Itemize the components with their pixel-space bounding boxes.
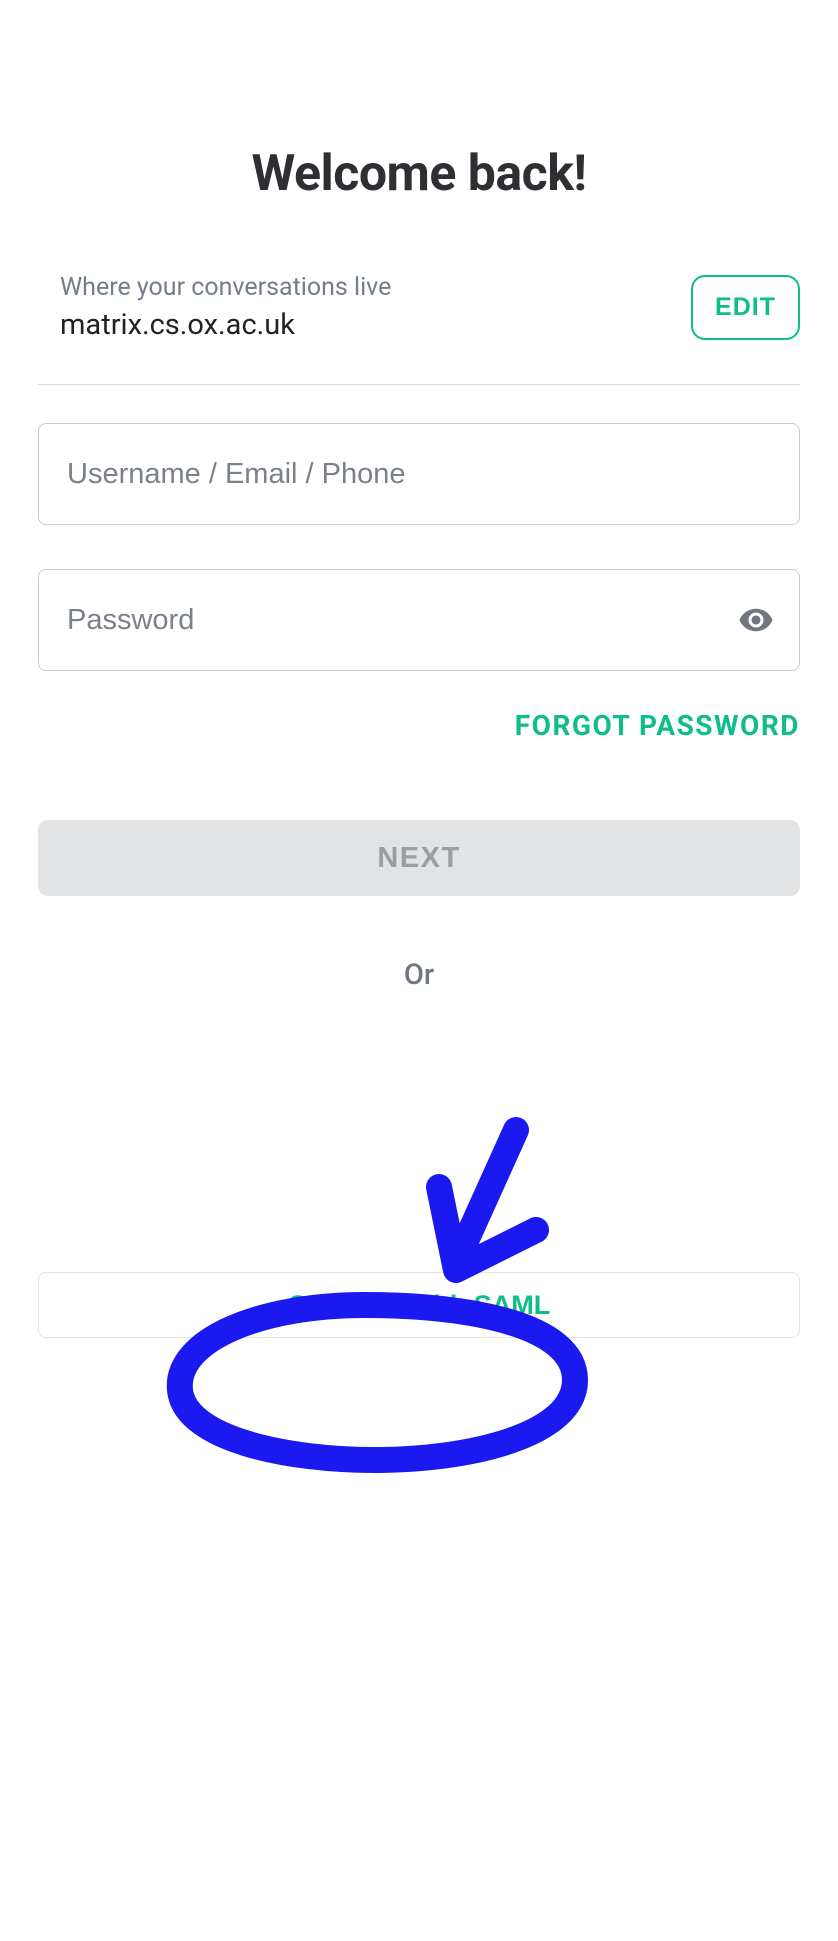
edit-button[interactable]: EDIT xyxy=(691,275,800,340)
server-url: matrix.cs.ox.ac.uk xyxy=(60,308,391,342)
server-info: Where your conversations live matrix.cs.… xyxy=(38,273,391,342)
password-field-wrap xyxy=(38,569,800,671)
server-label: Where your conversations live xyxy=(60,273,391,302)
forgot-row: FORGOT PASSWORD xyxy=(38,709,800,742)
password-input[interactable] xyxy=(38,569,800,671)
eye-icon[interactable] xyxy=(738,602,774,638)
continue-saml-button[interactable]: Continue with SAML xyxy=(38,1272,800,1338)
divider xyxy=(38,384,800,385)
username-input[interactable] xyxy=(38,423,800,525)
page-title: Welcome back! xyxy=(38,145,800,203)
forgot-password-link[interactable]: FORGOT PASSWORD xyxy=(515,709,800,742)
server-row: Where your conversations live matrix.cs.… xyxy=(38,273,800,342)
or-separator: Or xyxy=(38,958,800,992)
username-field-wrap xyxy=(38,423,800,525)
next-button[interactable]: NEXT xyxy=(38,820,800,896)
